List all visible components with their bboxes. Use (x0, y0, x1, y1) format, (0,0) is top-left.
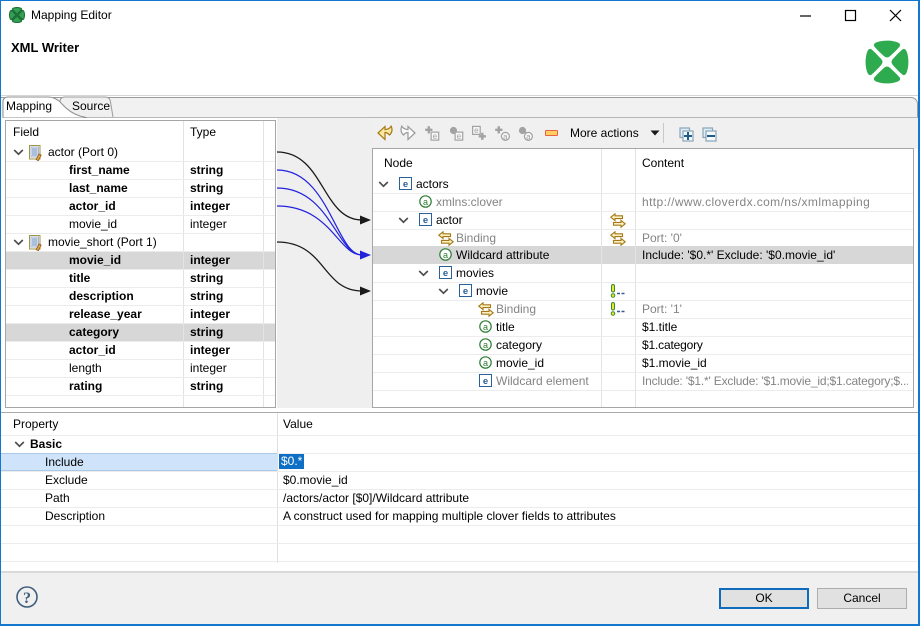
svg-text:e: e (433, 132, 438, 141)
svg-text:e: e (483, 376, 488, 387)
svg-text:a: a (483, 340, 488, 350)
svg-text:e: e (403, 179, 408, 190)
svg-text:e: e (474, 126, 479, 135)
svg-text:a: a (483, 322, 488, 332)
svg-text:a: a (423, 197, 428, 207)
svg-text:a: a (526, 132, 531, 141)
svg-text:?: ? (23, 590, 31, 607)
svg-text:a: a (503, 132, 508, 141)
svg-text:e: e (423, 215, 428, 226)
svg-text:e: e (463, 286, 468, 297)
svg-text:e: e (457, 132, 462, 141)
svg-text:a: a (443, 250, 448, 260)
svg-text:e: e (443, 268, 448, 279)
svg-text:a: a (483, 358, 488, 368)
